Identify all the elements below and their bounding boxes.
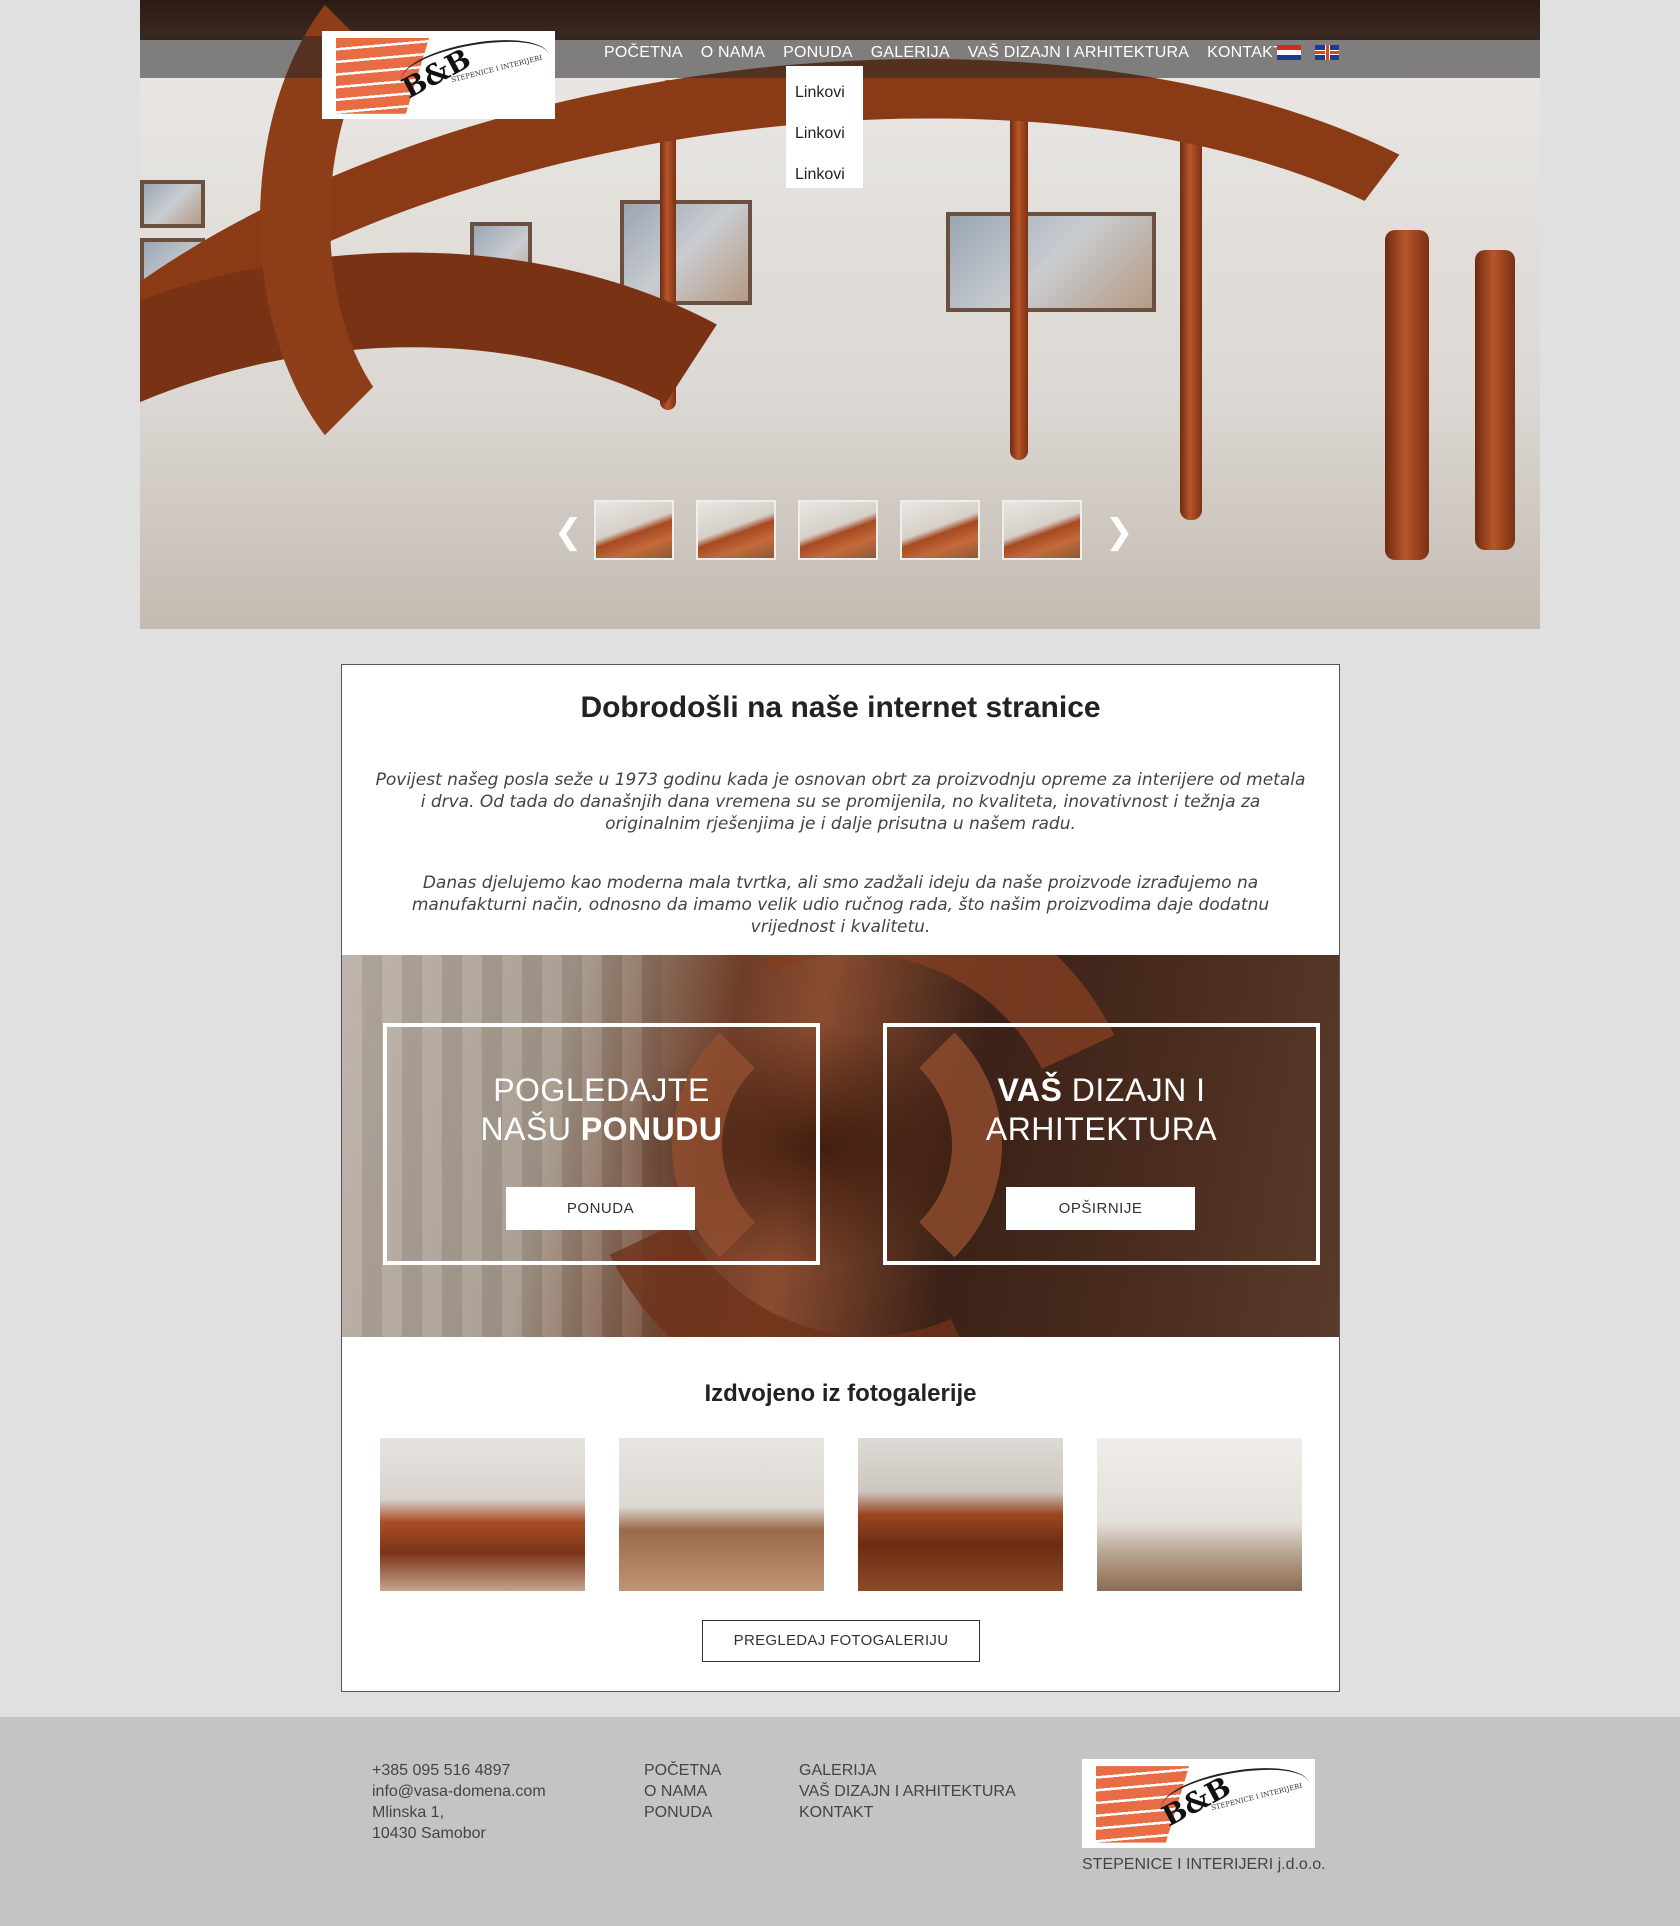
footer-address: Mlinska 1, bbox=[372, 1804, 445, 1821]
footer-logo[interactable]: B&B STEPENICE I INTERIJERI bbox=[1082, 1759, 1315, 1848]
main-nav: POČETNA O NAMA PONUDA GALERIJA VAŠ DIZAJ… bbox=[604, 44, 1283, 62]
nav-item-vas-dizajn[interactable]: VAŠ DIZAJN I ARHITEKTURA bbox=[968, 44, 1189, 62]
slider-next-button[interactable]: ❯ bbox=[1105, 512, 1134, 552]
footer-link[interactable]: PONUDA bbox=[644, 1802, 721, 1823]
promo-heading: VAŠ DIZAJN I ARHITEKTURA bbox=[887, 1071, 1316, 1149]
opsirnije-button[interactable]: OPŠIRNIJE bbox=[1006, 1187, 1195, 1230]
slider-thumbnail[interactable] bbox=[798, 500, 878, 560]
promo-heading-bold: VAŠ bbox=[997, 1072, 1063, 1108]
wall-picture bbox=[140, 180, 205, 228]
nav-item-pocetna[interactable]: POČETNA bbox=[604, 44, 683, 62]
promo-heading-line: DIZAJN I bbox=[1062, 1072, 1206, 1108]
footer: +385 095 516 4897 info@vasa-domena.com M… bbox=[0, 1717, 1680, 1926]
footer-link[interactable]: GALERIJA bbox=[799, 1760, 1016, 1781]
site-logo[interactable]: B&B STEPENICE I INTERIJERI bbox=[322, 31, 555, 119]
nav-item-o-nama[interactable]: O NAMA bbox=[701, 44, 765, 62]
gallery-title: Izdvojeno iz fotogalerije bbox=[704, 1380, 977, 1407]
gallery-image[interactable] bbox=[858, 1438, 1063, 1591]
slider-thumbnails bbox=[594, 500, 1082, 560]
gallery-grid bbox=[380, 1438, 1302, 1591]
footer-link[interactable]: O NAMA bbox=[644, 1781, 721, 1802]
uk-flag-icon[interactable] bbox=[1315, 45, 1339, 60]
gallery-image[interactable] bbox=[380, 1438, 585, 1591]
gallery-image[interactable] bbox=[619, 1438, 824, 1591]
footer-email[interactable]: info@vasa-domena.com bbox=[372, 1781, 546, 1802]
footer-link[interactable]: VAŠ DIZAJN I ARHITEKTURA bbox=[799, 1781, 1016, 1802]
slider-thumbnail[interactable] bbox=[696, 500, 776, 560]
croatian-flag-icon[interactable] bbox=[1277, 45, 1301, 60]
footer-link[interactable]: KONTAKT bbox=[799, 1802, 1016, 1823]
promo-heading-line: POGLEDAJTE bbox=[493, 1072, 710, 1108]
welcome-paragraph-1: Povijest našeg posla seže u 1973 godinu … bbox=[375, 770, 1306, 834]
gallery-image[interactable] bbox=[1097, 1438, 1302, 1591]
view-gallery-button[interactable]: PREGLEDAJ FOTOGALERIJU bbox=[702, 1620, 980, 1662]
footer-link[interactable]: POČETNA bbox=[644, 1760, 721, 1781]
main-content: Dobrodošli na naše internet stranice Pov… bbox=[341, 664, 1340, 1692]
ponuda-dropdown: Linkovi Linkovi Linkovi bbox=[786, 66, 863, 188]
ponuda-button[interactable]: PONUDA bbox=[506, 1187, 695, 1230]
nav-item-kontakt[interactable]: KONTAKT bbox=[1207, 44, 1283, 62]
footer-links-1: POČETNA O NAMA PONUDA bbox=[644, 1760, 721, 1823]
footer-company-name: STEPENICE I INTERIJERI j.d.o.o. bbox=[1082, 1856, 1326, 1873]
dropdown-item[interactable]: Linkovi bbox=[786, 125, 863, 166]
slider-thumbnail[interactable] bbox=[1002, 500, 1082, 560]
dropdown-item[interactable]: Linkovi bbox=[786, 166, 863, 207]
welcome-title: Dobrodošli na naše internet stranice bbox=[580, 691, 1101, 724]
promo-box-ponuda: POGLEDAJTE NAŠU PONUDU PONUDA bbox=[383, 1023, 820, 1265]
slider-thumbnail[interactable] bbox=[900, 500, 980, 560]
footer-city: 10430 Samobor bbox=[372, 1825, 486, 1842]
slider-prev-button[interactable]: ❮ bbox=[554, 512, 583, 552]
footer-contact: +385 095 516 4897 info@vasa-domena.com M… bbox=[372, 1760, 546, 1844]
promo-heading: POGLEDAJTE NAŠU PONUDU bbox=[387, 1071, 816, 1149]
dropdown-item[interactable]: Linkovi bbox=[786, 84, 863, 125]
welcome-paragraph-2: Danas djelujemo kao moderna mala tvrtka,… bbox=[411, 873, 1270, 937]
promo-heading-line: ARHITEKTURA bbox=[985, 1111, 1218, 1147]
nav-item-ponuda[interactable]: PONUDA bbox=[783, 44, 853, 62]
promo-heading-bold: PONUDU bbox=[580, 1111, 723, 1147]
promo-box-dizajn: VAŠ DIZAJN I ARHITEKTURA OPŠIRNIJE bbox=[883, 1023, 1320, 1265]
promo-section: POGLEDAJTE NAŠU PONUDU PONUDA VAŠ DIZAJN… bbox=[342, 955, 1339, 1337]
language-switcher bbox=[1277, 45, 1339, 60]
nav-item-galerija[interactable]: GALERIJA bbox=[871, 44, 950, 62]
footer-links-2: GALERIJA VAŠ DIZAJN I ARHITEKTURA KONTAK… bbox=[799, 1760, 1016, 1823]
footer-phone[interactable]: +385 095 516 4897 bbox=[372, 1760, 546, 1781]
slider-thumbnail[interactable] bbox=[594, 500, 674, 560]
promo-heading-line: NAŠU bbox=[480, 1111, 581, 1147]
